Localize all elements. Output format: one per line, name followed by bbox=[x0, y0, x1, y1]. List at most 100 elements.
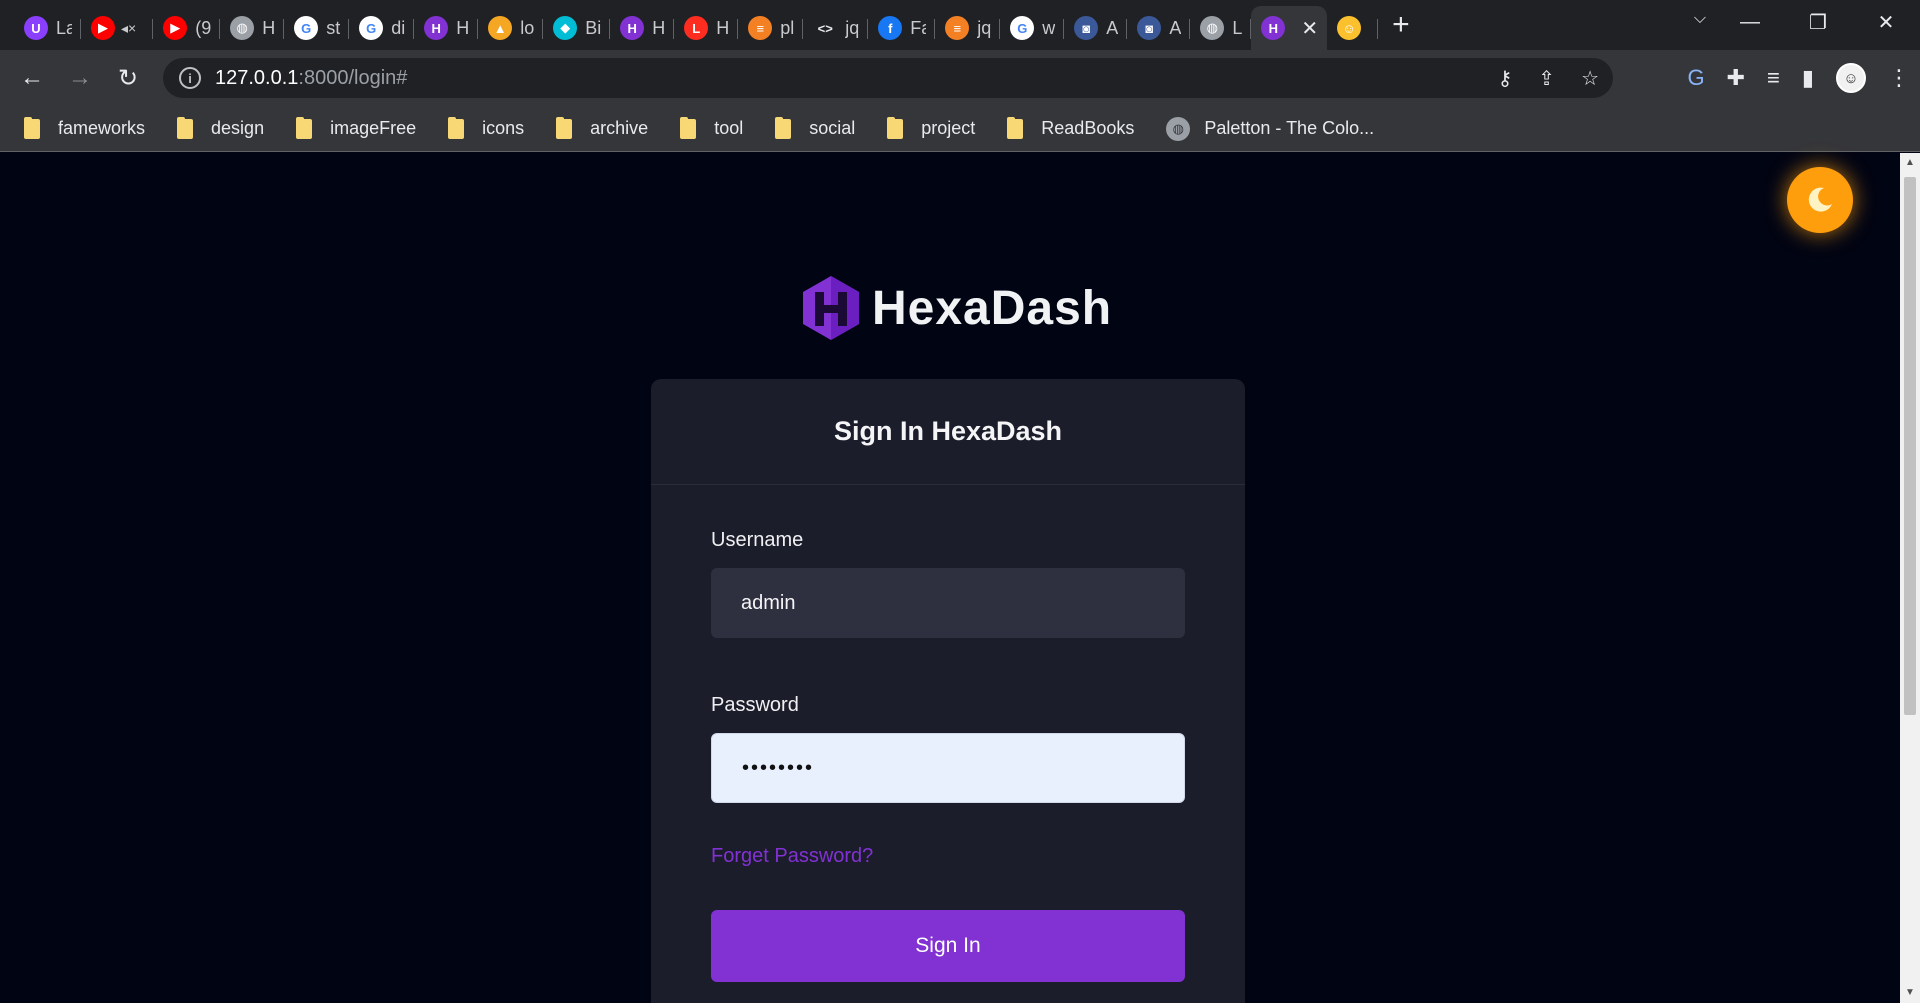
avatar[interactable]: ☺ bbox=[1836, 63, 1866, 93]
browser-tab[interactable]: HH bbox=[414, 9, 479, 47]
scroll-thumb[interactable] bbox=[1904, 177, 1916, 715]
scroll-up-icon[interactable]: ▲ bbox=[1900, 157, 1920, 173]
tab-search-icon[interactable]: ⌵ bbox=[1694, 10, 1706, 28]
browser-tab[interactable]: ▶ ◂× bbox=[81, 9, 154, 47]
browser-tab[interactable]: ≡ pl bbox=[738, 9, 804, 47]
youtube-icon: ▶ bbox=[91, 16, 115, 40]
media-queue-icon[interactable]: ≡ bbox=[1767, 65, 1780, 91]
menu-kebab-icon[interactable]: ⋮ bbox=[1888, 65, 1910, 91]
browser-tab[interactable]: LH bbox=[674, 9, 739, 47]
scroll-down-icon[interactable]: ▼ bbox=[1900, 987, 1920, 1003]
site-info-icon[interactable]: i bbox=[179, 67, 201, 89]
browser-tab[interactable]: f Fa bbox=[868, 9, 936, 47]
tab-title: L bbox=[1232, 17, 1243, 38]
close-window-icon[interactable]: ✕ bbox=[1852, 10, 1920, 35]
bookmark-item[interactable]: archive bbox=[556, 116, 648, 139]
username-input[interactable] bbox=[711, 568, 1185, 638]
bookmark-item[interactable]: fameworks bbox=[24, 116, 146, 139]
hexadash-icon: H bbox=[1261, 16, 1286, 40]
bookmark-label: fameworks bbox=[58, 118, 146, 138]
bookmark-label: social bbox=[809, 118, 856, 138]
star-icon[interactable]: ☆ bbox=[1581, 66, 1599, 91]
bookmark-label: Paletton - The Colo... bbox=[1204, 118, 1375, 138]
browser-tab[interactable]: ◙ A bbox=[1127, 9, 1191, 47]
signin-button[interactable]: Sign In bbox=[711, 910, 1185, 982]
tab-title: H bbox=[716, 17, 730, 38]
emoji-icon: ☺ bbox=[1337, 16, 1362, 40]
bookmarks-bar: fameworks design imageFree icons archive tool… bbox=[0, 106, 1920, 152]
mask-icon: ◙ bbox=[1137, 16, 1162, 40]
address-bar[interactable]: i 127.0.0.1:8000/login# ⚷ ⇪ ☆ bbox=[163, 58, 1613, 98]
forget-password-link[interactable]: Forget Password? bbox=[711, 845, 1185, 868]
translate-icon[interactable]: G bbox=[1687, 65, 1704, 91]
tab-title: jq bbox=[845, 17, 860, 38]
laravel-icon: L bbox=[684, 16, 709, 40]
bookmark-item[interactable]: icons bbox=[448, 116, 524, 139]
bookmark-item[interactable]: social bbox=[775, 116, 856, 139]
username-label: Username bbox=[711, 529, 804, 551]
theme-toggle-button[interactable] bbox=[1787, 167, 1853, 233]
browser-tab[interactable]: ▲ lo bbox=[478, 9, 544, 47]
tab-title: H bbox=[652, 17, 666, 38]
browser-tab[interactable]: <> jq bbox=[803, 9, 869, 47]
folder-icon bbox=[24, 116, 40, 139]
bookmark-label: ReadBooks bbox=[1041, 118, 1135, 138]
bookmark-item[interactable]: design bbox=[177, 116, 265, 139]
minimize-icon[interactable]: — bbox=[1716, 11, 1784, 34]
bookmark-item[interactable]: imageFree bbox=[296, 116, 416, 139]
tab-title: lo bbox=[520, 17, 535, 38]
brand-name: HexaDash bbox=[872, 281, 1113, 335]
bookmark-item[interactable]: tool bbox=[680, 116, 744, 139]
bookmark-item[interactable]: project bbox=[887, 116, 976, 139]
forward-icon[interactable]: → bbox=[56, 64, 104, 92]
close-tab-icon[interactable]: ✕ bbox=[1301, 16, 1318, 41]
bookmark-item[interactable]: ReadBooks bbox=[1007, 116, 1135, 139]
tab-title: La bbox=[56, 17, 72, 38]
tab-title: st bbox=[326, 17, 341, 38]
browser-tab[interactable]: U La bbox=[14, 9, 81, 47]
browser-tab[interactable]: ▶ (9 bbox=[153, 9, 221, 47]
folder-icon bbox=[887, 116, 904, 139]
url-text[interactable]: 127.0.0.1:8000/login# bbox=[215, 67, 407, 90]
browser-tab[interactable]: ☺ bbox=[1327, 9, 1379, 47]
browser-tab[interactable]: Gw bbox=[1000, 9, 1065, 47]
browser-tab[interactable]: ◆ Bi bbox=[543, 9, 611, 47]
bookmark-label: design bbox=[211, 118, 265, 138]
browser-tab[interactable]: H ✕ bbox=[1251, 6, 1328, 50]
bookmark-label: project bbox=[921, 118, 976, 138]
browser-tab[interactable]: ◙ A bbox=[1064, 9, 1128, 47]
tab-title: A bbox=[1169, 17, 1182, 38]
cube-icon: ◆ bbox=[553, 16, 578, 40]
folder-icon bbox=[556, 116, 573, 139]
folder-icon bbox=[775, 116, 792, 139]
google-icon: G bbox=[359, 16, 384, 40]
bookmark-item[interactable]: ◍ Paletton - The Colo... bbox=[1166, 116, 1375, 141]
reload-icon[interactable]: ↻ bbox=[104, 64, 152, 93]
browser-tab-strip: ULa▶◂×▶(9◍HGstGdiHH▲lo◆BiHHLH≡pl<>jqfFa≡… bbox=[0, 0, 1920, 50]
browser-tab[interactable]: ◍ H bbox=[220, 9, 285, 47]
code-icon: <> bbox=[817, 20, 833, 36]
globe-icon: ◍ bbox=[1166, 116, 1191, 141]
back-icon[interactable]: ← bbox=[8, 64, 56, 92]
bookmark-label: tool bbox=[714, 118, 744, 138]
browser-tab[interactable]: Gdi bbox=[349, 9, 415, 47]
page-title: Sign In HexaDash bbox=[833, 416, 1063, 446]
browser-tab[interactable]: Gst bbox=[284, 9, 350, 47]
hexadash-icon: H bbox=[424, 16, 449, 40]
tab-title: Bi bbox=[585, 17, 602, 38]
browser-tab[interactable]: HH bbox=[610, 9, 675, 47]
extensions-icon[interactable]: ✚ bbox=[1727, 65, 1745, 91]
share-icon[interactable]: ⇪ bbox=[1538, 66, 1555, 91]
browser-tab[interactable]: ◍ L bbox=[1190, 9, 1252, 47]
stackoverflow-icon: ≡ bbox=[945, 16, 970, 40]
new-tab-icon[interactable]: + bbox=[1392, 10, 1410, 40]
key-icon[interactable]: ⚷ bbox=[1498, 66, 1513, 91]
folder-icon bbox=[296, 116, 313, 139]
password-input[interactable] bbox=[711, 733, 1185, 803]
browser-tab[interactable]: ≡ jq bbox=[935, 9, 1001, 47]
side-panel-icon[interactable]: ▮ bbox=[1802, 65, 1814, 91]
google-icon: G bbox=[1010, 16, 1035, 40]
page-scrollbar[interactable]: ▲ ▼ bbox=[1900, 153, 1920, 1003]
restore-icon[interactable]: ❐ bbox=[1784, 10, 1852, 35]
muted-speaker-icon[interactable]: ◂× bbox=[121, 20, 136, 37]
